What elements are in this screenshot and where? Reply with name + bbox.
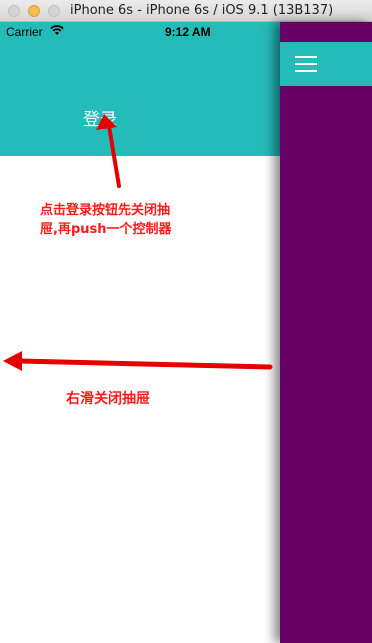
main-content-panel[interactable] <box>280 22 372 643</box>
window-minimize-button[interactable] <box>28 5 40 17</box>
main-navigation-bar <box>280 42 372 86</box>
login-button[interactable]: 登录 <box>70 106 130 134</box>
simulator-title-bar: iPhone 6s - iPhone 6s / iOS 9.1 (13B137) <box>0 0 372 22</box>
login-annotation-line2: 屉,再push一个控制器 <box>40 222 172 237</box>
hamburger-menu-icon[interactable] <box>295 55 317 73</box>
carrier-label: Carrier <box>6 25 43 39</box>
window-title: iPhone 6s - iPhone 6s / iOS 9.1 (13B137) <box>70 3 334 18</box>
status-time: 9:12 AM <box>165 25 211 39</box>
window-close-button[interactable] <box>8 5 20 17</box>
swipe-annotation: 右滑关闭抽屉 <box>66 391 150 407</box>
login-annotation: 点击登录按钮先关闭抽 屉,再push一个控制器 <box>40 201 210 239</box>
window-zoom-button[interactable] <box>48 5 60 17</box>
login-annotation-line1: 点击登录按钮先关闭抽 <box>40 203 171 218</box>
menu-header: 登录 <box>0 22 280 156</box>
wifi-icon <box>50 24 64 39</box>
